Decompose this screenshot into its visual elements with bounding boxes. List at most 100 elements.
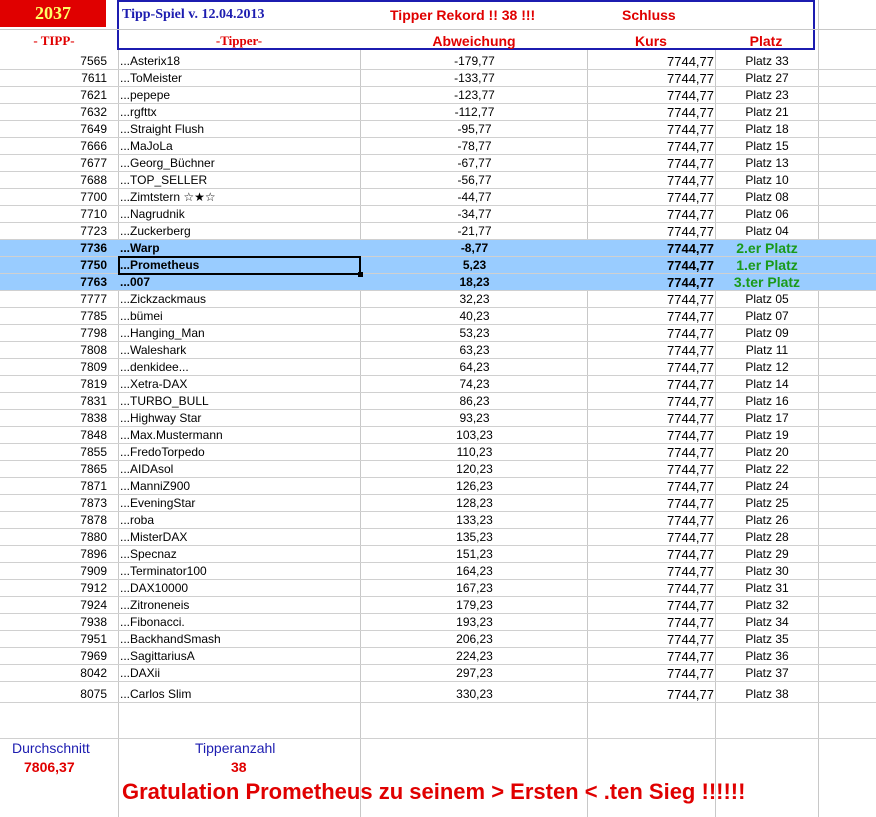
tipper-name-cell[interactable]: ...Zitroneneis <box>120 598 189 612</box>
platz-cell[interactable]: Platz 19 <box>716 428 818 442</box>
table-row[interactable]: 7649 ...Straight Flush -95,77 7744,77 Platz … <box>0 121 876 138</box>
tipp-cell[interactable]: 7912 <box>0 581 107 595</box>
abweichung-cell[interactable]: 224,23 <box>361 649 588 663</box>
tipper-name-cell[interactable]: ...Nagrudnik <box>120 207 185 221</box>
tipp-cell[interactable]: 7736 <box>0 241 107 255</box>
tipp-cell[interactable]: 7632 <box>0 105 107 119</box>
tipper-name-cell[interactable]: ...Georg_Büchner <box>120 156 215 170</box>
durchschnitt-value[interactable]: 7806,37 <box>24 759 75 775</box>
platz-cell[interactable]: Platz 11 <box>716 343 818 357</box>
kurs-cell[interactable]: 7744,77 <box>588 309 714 324</box>
kurs-cell[interactable]: 7744,77 <box>588 649 714 664</box>
kurs-cell[interactable]: 7744,77 <box>588 632 714 647</box>
kurs-cell[interactable]: 7744,77 <box>588 581 714 596</box>
table-row[interactable]: 7880 ...MisterDAX 135,23 7744,77 Platz 28 <box>0 529 876 546</box>
tipper-name-cell[interactable]: ...bümei <box>120 309 163 323</box>
table-row[interactable]: 7763 ...007 18,23 7744,77 3.ter Platz <box>0 274 876 291</box>
platz-cell[interactable]: Platz 23 <box>716 88 818 102</box>
abweichung-cell[interactable]: 167,23 <box>361 581 588 595</box>
tipp-cell[interactable]: 7873 <box>0 496 107 510</box>
selected-cell-outline[interactable] <box>118 256 361 275</box>
abweichung-cell[interactable]: 164,23 <box>361 564 588 578</box>
kurs-cell[interactable]: 7744,77 <box>588 139 714 154</box>
table-row[interactable]: 7710 ...Nagrudnik -34,77 7744,77 Platz 06 <box>0 206 876 223</box>
table-row[interactable]: 7819 ...Xetra-DAX 74,23 7744,77 Platz 14 <box>0 376 876 393</box>
tipp-cell[interactable]: 7565 <box>0 54 107 68</box>
table-row[interactable]: 7865 ...AIDAsol 120,23 7744,77 Platz 22 <box>0 461 876 478</box>
platz-cell[interactable]: Platz 33 <box>716 54 818 68</box>
tipp-cell[interactable]: 7688 <box>0 173 107 187</box>
platz-cell[interactable]: Platz 27 <box>716 71 818 85</box>
kurs-cell[interactable]: 7744,77 <box>588 88 714 103</box>
tipper-name-cell[interactable]: ...Zuckerberg <box>120 224 191 238</box>
tipp-cell[interactable]: 8042 <box>0 666 107 680</box>
kurs-cell[interactable]: 7744,77 <box>588 105 714 120</box>
platz-cell[interactable]: Platz 10 <box>716 173 818 187</box>
abweichung-cell[interactable]: 193,23 <box>361 615 588 629</box>
kurs-cell[interactable]: 7744,77 <box>588 122 714 137</box>
tipper-name-cell[interactable]: ...BackhandSmash <box>120 632 221 646</box>
platz-cell[interactable]: Platz 14 <box>716 377 818 391</box>
tipper-name-cell[interactable]: ...Asterix18 <box>120 54 180 68</box>
tipp-cell[interactable]: 7700 <box>0 190 107 204</box>
tipp-cell[interactable]: 7865 <box>0 462 107 476</box>
tipp-cell[interactable]: 7951 <box>0 632 107 646</box>
abweichung-cell[interactable]: 40,23 <box>361 309 588 323</box>
table-row[interactable]: 7677 ...Georg_Büchner -67,77 7744,77 Platz 1… <box>0 155 876 172</box>
tipper-name-cell[interactable]: ...007 <box>120 275 150 289</box>
tipp-cell[interactable]: 7808 <box>0 343 107 357</box>
platz-cell[interactable]: Platz 26 <box>716 513 818 527</box>
abweichung-cell[interactable]: 5,23 <box>361 258 588 272</box>
kurs-cell[interactable]: 7744,77 <box>588 377 714 392</box>
table-row[interactable]: 7621 ...pepepe -123,77 7744,77 Platz 23 <box>0 87 876 104</box>
kurs-cell[interactable]: 7744,77 <box>588 530 714 545</box>
table-row[interactable]: 7878 ...roba 133,23 7744,77 Platz 26 <box>0 512 876 529</box>
tipper-name-cell[interactable]: ...MisterDAX <box>120 530 187 544</box>
col-header-abweichung[interactable]: Abweichung <box>361 33 587 49</box>
platz-cell[interactable]: Platz 37 <box>716 666 818 680</box>
platz-cell[interactable]: Platz 25 <box>716 496 818 510</box>
tipper-name-cell[interactable]: ...Zimtstern ☆★☆ <box>120 190 216 204</box>
tipp-cell[interactable]: 7798 <box>0 326 107 340</box>
table-row[interactable]: 7785 ...bümei 40,23 7744,77 Platz 07 <box>0 308 876 325</box>
kurs-cell[interactable]: 7744,77 <box>588 428 714 443</box>
kurs-cell[interactable]: 7744,77 <box>588 360 714 375</box>
tipper-name-cell[interactable]: ...ManniZ900 <box>120 479 190 493</box>
tipper-name-cell[interactable]: ...Hanging_Man <box>120 326 205 340</box>
table-row[interactable]: 7871 ...ManniZ900 126,23 7744,77 Platz 24 <box>0 478 876 495</box>
table-row[interactable]: 7723 ...Zuckerberg -21,77 7744,77 Platz 04 <box>0 223 876 240</box>
kurs-cell[interactable]: 7744,77 <box>588 173 714 188</box>
abweichung-cell[interactable]: -123,77 <box>361 88 588 102</box>
abweichung-cell[interactable]: -95,77 <box>361 122 588 136</box>
platz-cell[interactable]: Platz 13 <box>716 156 818 170</box>
platz-cell[interactable]: Platz 32 <box>716 598 818 612</box>
abweichung-cell[interactable]: -67,77 <box>361 156 588 170</box>
tipp-cell[interactable]: 7777 <box>0 292 107 306</box>
abweichung-cell[interactable]: 133,23 <box>361 513 588 527</box>
platz-cell[interactable]: Platz 12 <box>716 360 818 374</box>
abweichung-cell[interactable]: 64,23 <box>361 360 588 374</box>
tipp-cell[interactable]: 7809 <box>0 360 107 374</box>
abweichung-cell[interactable]: -179,77 <box>361 54 588 68</box>
tipp-cell[interactable]: 7871 <box>0 479 107 493</box>
abweichung-cell[interactable]: -78,77 <box>361 139 588 153</box>
table-row[interactable]: 7951 ...BackhandSmash 206,23 7744,77 Platz 3… <box>0 631 876 648</box>
kurs-cell[interactable]: 7744,77 <box>588 445 714 460</box>
abweichung-cell[interactable]: -44,77 <box>361 190 588 204</box>
table-row[interactable]: 7838 ...Highway Star 93,23 7744,77 Platz 17 <box>0 410 876 427</box>
abweichung-cell[interactable]: 74,23 <box>361 377 588 391</box>
abweichung-cell[interactable]: 18,23 <box>361 275 588 289</box>
platz-cell[interactable]: 3.ter Platz <box>716 274 818 290</box>
col-header-tipper[interactable]: -Tipper- <box>119 33 359 49</box>
table-row[interactable]: 7912 ...DAX10000 167,23 7744,77 Platz 31 <box>0 580 876 597</box>
table-row[interactable]: 7565 ...Asterix18 -179,77 7744,77 Platz 33 <box>0 53 876 70</box>
table-row[interactable]: 7808 ...Waleshark 63,23 7744,77 Platz 11 <box>0 342 876 359</box>
platz-cell[interactable]: Platz 18 <box>716 122 818 136</box>
platz-cell[interactable]: 1.er Platz <box>716 257 818 273</box>
tipper-name-cell[interactable]: ...SagittariusA <box>120 649 195 663</box>
kurs-cell[interactable]: 7744,77 <box>588 156 714 171</box>
tipp-cell[interactable]: 7878 <box>0 513 107 527</box>
table-row[interactable]: 7777 ...Zickzackmaus 32,23 7744,77 Platz 05 <box>0 291 876 308</box>
tipp-cell[interactable]: 7924 <box>0 598 107 612</box>
table-row[interactable]: 7969 ...SagittariusA 224,23 7744,77 Platz 36 <box>0 648 876 665</box>
